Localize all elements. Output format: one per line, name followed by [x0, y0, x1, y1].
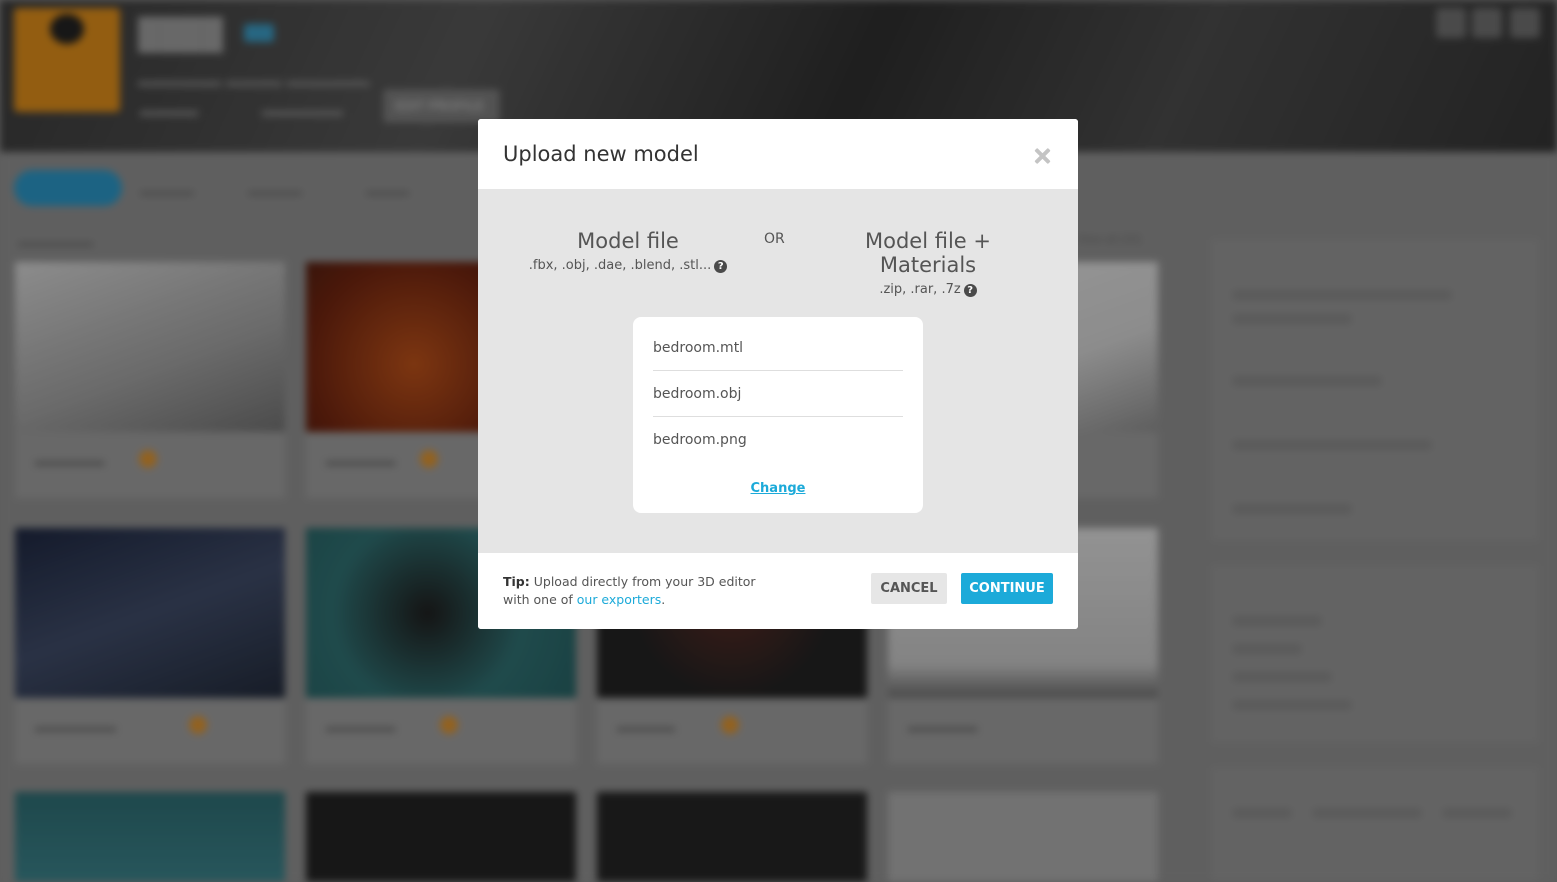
tip-text-end: . [661, 592, 666, 607]
file-item: bedroom.mtl [653, 325, 903, 371]
upload-modal: Upload new model Model file .fbx, .obj, … [478, 119, 1078, 629]
selected-files-card: bedroom.mtl bedroom.obj bedroom.png Chan… [633, 317, 923, 513]
change-files-link[interactable]: Change [633, 481, 923, 496]
question-circle-icon[interactable]: ? [963, 284, 977, 297]
modal-title: Upload new model [503, 142, 699, 166]
modal-header: Upload new model [478, 119, 1078, 189]
modal-footer: Tip: Upload directly from your 3D editor… [478, 553, 1078, 629]
option-model-file-title: Model file [577, 229, 679, 253]
upload-tip: Tip: Upload directly from your 3D editor… [503, 573, 783, 609]
option-model-materials-extensions: .zip, .rar, .7z [879, 282, 961, 297]
file-item: bedroom.obj [653, 371, 903, 417]
question-circle-icon[interactable]: ? [714, 260, 728, 273]
modal-body: Model file .fbx, .obj, .dae, .blend, .st… [478, 189, 1078, 553]
or-separator: OR [764, 231, 785, 247]
exporters-link[interactable]: our exporters [577, 592, 662, 607]
tip-label: Tip: [503, 574, 530, 589]
option-model-file-extensions: .fbx, .obj, .dae, .blend, .stl... [528, 258, 712, 273]
close-icon[interactable] [1028, 141, 1056, 169]
file-item: bedroom.png [653, 432, 747, 448]
option-model-file[interactable]: Model file .fbx, .obj, .dae, .blend, .st… [518, 229, 738, 273]
cancel-button[interactable]: CANCEL [871, 573, 947, 604]
continue-button[interactable]: CONTINUE [961, 573, 1053, 604]
option-model-materials-title: Model file + Materials [865, 229, 991, 277]
option-model-materials[interactable]: Model file + Materials .zip, .rar, .7z? [818, 229, 1038, 297]
